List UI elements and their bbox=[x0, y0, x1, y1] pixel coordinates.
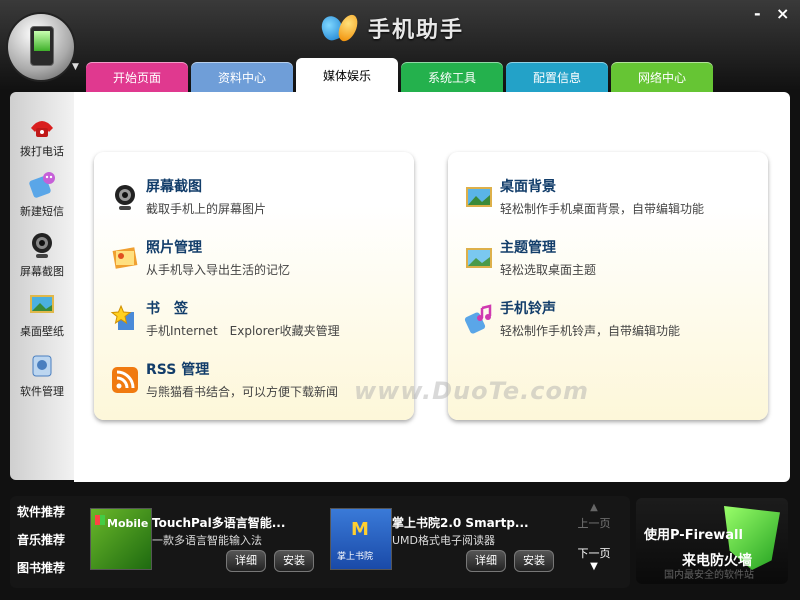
phone-screen bbox=[34, 31, 50, 51]
feature-ringtone[interactable]: 手机铃声 轻松制作手机铃声，自带编辑功能 bbox=[464, 298, 764, 348]
windows-logo-icon bbox=[95, 515, 105, 525]
sidebar-item-label: 软件管理 bbox=[20, 385, 64, 398]
tab-data-center[interactable]: 资料中心 bbox=[191, 62, 293, 92]
sidebar-item-sms[interactable]: 新建短信 bbox=[10, 170, 74, 219]
prev-page-button[interactable]: 上一页 bbox=[568, 515, 620, 531]
feature-theme[interactable]: 主题管理 轻松选取桌面主题 bbox=[464, 237, 764, 287]
theme-icon bbox=[464, 243, 494, 273]
tab-bar: 开始页面 资料中心 媒体娱乐 系统工具 配置信息 网络中心 bbox=[86, 58, 713, 92]
webcam-icon bbox=[110, 182, 140, 212]
install-button[interactable]: 安装 bbox=[274, 550, 314, 572]
ringtone-icon bbox=[464, 304, 494, 334]
install-button[interactable]: 安装 bbox=[514, 550, 554, 572]
tab-config[interactable]: 配置信息 bbox=[506, 62, 608, 92]
feature-desktop-bg[interactable]: 桌面背景 轻松制作手机桌面背景，自带编辑功能 bbox=[464, 176, 764, 226]
app-thumbnail[interactable]: M 掌上书院 bbox=[330, 508, 392, 570]
app-thumb-label: Mobile bbox=[107, 517, 149, 530]
app-title: 手机助手 bbox=[368, 18, 465, 43]
feature-title[interactable]: 照片管理 bbox=[146, 237, 202, 257]
app-desc: UMD格式电子阅读器 bbox=[392, 534, 496, 547]
feature-title[interactable]: 手机铃声 bbox=[500, 298, 556, 318]
feature-desc: 手机Internet Explorer收藏夹管理 bbox=[146, 324, 340, 338]
feature-bookmark[interactable]: 书 签 手机Internet Explorer收藏夹管理 bbox=[110, 298, 410, 348]
chevron-down-icon[interactable]: ▼ bbox=[568, 561, 620, 572]
sidebar-item-label: 屏幕截图 bbox=[20, 265, 64, 278]
feature-desc: 截取手机上的屏幕图片 bbox=[146, 202, 267, 216]
sidebar-item-label: 新建短信 bbox=[20, 205, 64, 218]
feature-desc: 轻松制作手机铃声，自带编辑功能 bbox=[500, 324, 681, 338]
feature-photo[interactable]: 照片管理 从手机导入导出生活的记忆 bbox=[110, 237, 410, 287]
minimize-button[interactable]: - bbox=[754, 4, 761, 23]
tab-media[interactable]: 媒体娱乐 bbox=[296, 58, 398, 92]
firewall-ad-banner[interactable]: 使用P-Firewall 来电防火墙 国内最安全的软件站 bbox=[636, 498, 788, 584]
app-card-touchpal: Mobile TouchPal多语言智能... 一款多语言智能输入法 详细 安装 bbox=[90, 508, 320, 580]
main-content: 屏幕截图 截取手机上的屏幕图片 照片管理 从手机导入导出生活的记忆 书 签 手机… bbox=[74, 92, 790, 482]
photo-icon bbox=[110, 243, 140, 273]
tab-software-recommend[interactable]: 软件推荐 bbox=[10, 498, 72, 526]
feature-title[interactable]: RSS 管理 bbox=[146, 359, 209, 379]
sidebar-item-screenshot[interactable]: 屏幕截图 bbox=[10, 230, 74, 279]
sidebar: 拨打电话 新建短信 屏幕截图 桌面壁纸 软件管理 bbox=[10, 92, 74, 480]
recommend-bar: 软件推荐 音乐推荐 图书推荐 Mobile TouchPal多语言智能... 一… bbox=[10, 496, 630, 588]
ad-line1: 使用P-Firewall bbox=[644, 528, 743, 543]
app-window: ▼ 手机助手 - × 开始页面 资料中心 媒体娱乐 系统工具 配置信息 网络中心… bbox=[0, 0, 800, 600]
app-desc: 一款多语言智能输入法 bbox=[152, 534, 262, 547]
sidebar-item-label: 拨打电话 bbox=[20, 145, 64, 158]
feature-desc: 与熊猫看书结合，可以方便下载新闻 bbox=[146, 385, 339, 399]
tab-start[interactable]: 开始页面 bbox=[86, 62, 188, 92]
sidebar-item-wallpaper[interactable]: 桌面壁纸 bbox=[10, 290, 74, 339]
app-card-bookreader: M 掌上书院 掌上书院2.0 Smartp... UMD格式电子阅读器 详细 安… bbox=[330, 508, 560, 580]
chevron-up-icon[interactable]: ▲ bbox=[568, 502, 620, 513]
bookmark-star-icon bbox=[110, 304, 140, 334]
feature-desc: 从手机导入导出生活的记忆 bbox=[146, 263, 291, 277]
tab-network[interactable]: 网络中心 bbox=[611, 62, 713, 92]
phone-call-icon bbox=[27, 110, 57, 140]
feature-title[interactable]: 主题管理 bbox=[500, 237, 556, 257]
feature-screenshot[interactable]: 屏幕截图 截取手机上的屏幕图片 bbox=[110, 176, 410, 226]
feature-desc: 轻松制作手机桌面背景，自带编辑功能 bbox=[500, 202, 705, 216]
sidebar-item-call[interactable]: 拨打电话 bbox=[10, 110, 74, 159]
rss-icon bbox=[110, 365, 140, 395]
desktop-bg-icon bbox=[464, 182, 494, 212]
feature-title[interactable]: 桌面背景 bbox=[500, 176, 556, 196]
next-page-button[interactable]: 下一页 bbox=[568, 545, 620, 561]
app-thumb-label: 掌上书院 bbox=[337, 552, 374, 562]
detail-button[interactable]: 详细 bbox=[226, 550, 266, 572]
feature-desc: 轻松选取桌面主题 bbox=[500, 263, 597, 277]
pager: ▲ 上一页 下一页 ▼ bbox=[568, 502, 620, 572]
ad-watermark: 国内最安全的软件站 bbox=[664, 570, 754, 581]
sidebar-item-software[interactable]: 软件管理 bbox=[10, 350, 74, 399]
app-thumbnail[interactable]: Mobile bbox=[90, 508, 152, 570]
watermark: www.DuoTe.com bbox=[354, 377, 589, 405]
book-logo-icon: M bbox=[351, 519, 369, 540]
sidebar-item-label: 桌面壁纸 bbox=[20, 325, 64, 338]
tab-system-tools[interactable]: 系统工具 bbox=[401, 62, 503, 92]
software-icon bbox=[27, 350, 57, 380]
feature-title[interactable]: 屏幕截图 bbox=[146, 176, 202, 196]
phone-body bbox=[30, 26, 54, 66]
tab-book-recommend[interactable]: 图书推荐 bbox=[10, 554, 72, 582]
title-bar: 手机助手 bbox=[318, 11, 465, 45]
app-logo-icon bbox=[318, 11, 362, 45]
phone-device-icon[interactable] bbox=[8, 14, 74, 80]
webcam-icon bbox=[27, 230, 57, 260]
app-name[interactable]: TouchPal多语言智能... bbox=[152, 514, 285, 531]
tab-music-recommend[interactable]: 音乐推荐 bbox=[10, 526, 72, 554]
feature-title[interactable]: 书 签 bbox=[146, 298, 188, 318]
close-button[interactable]: × bbox=[776, 4, 789, 23]
device-menu-arrow-icon[interactable]: ▼ bbox=[72, 62, 79, 72]
sms-icon bbox=[27, 170, 57, 200]
wallpaper-icon bbox=[27, 290, 57, 320]
app-name[interactable]: 掌上书院2.0 Smartp... bbox=[392, 514, 529, 531]
detail-button[interactable]: 详细 bbox=[466, 550, 506, 572]
